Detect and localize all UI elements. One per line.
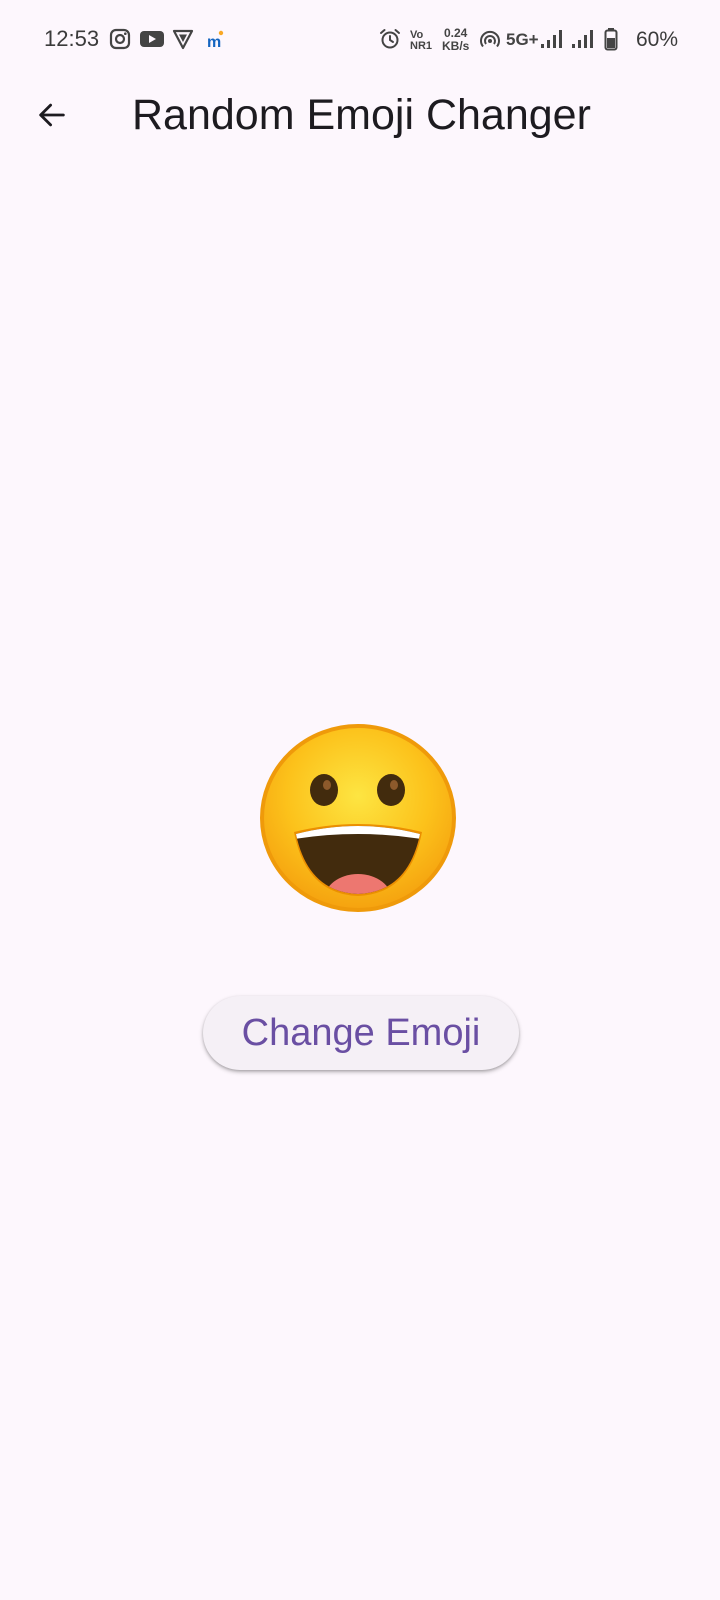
app-bar: Random Emoji Changer <box>0 84 720 194</box>
grinning-face-emoji <box>258 722 458 914</box>
status-time: 12:53 <box>44 26 100 51</box>
app-notification-icon: m <box>204 27 228 51</box>
status-bar: 12:53 m Vo NR1 0.24 KB/s 5G+ 60% <box>0 0 720 84</box>
network-speed-unit: KB/s <box>442 39 470 53</box>
change-emoji-label: Change Emoji <box>241 1011 481 1054</box>
alarm-icon <box>378 27 402 51</box>
svg-text:m: m <box>207 34 221 51</box>
hotspot-icon <box>478 27 502 51</box>
back-button[interactable] <box>24 87 80 143</box>
youtube-icon <box>139 27 165 51</box>
battery-icon <box>604 27 618 51</box>
volte-indicator: Vo NR1 <box>410 30 432 52</box>
signal-icon <box>539 27 563 51</box>
vpn-shield-icon <box>171 27 195 51</box>
change-emoji-button[interactable]: Change Emoji <box>203 996 519 1070</box>
network-speed: 0.24 KB/s <box>442 27 469 53</box>
page-title: Random Emoji Changer <box>132 91 591 139</box>
arrow-back-icon <box>39 103 65 127</box>
volte-bottom: NR1 <box>410 40 433 52</box>
instagram-icon <box>108 27 132 51</box>
signal-icon <box>570 27 594 51</box>
battery-percentage: 60% <box>636 28 679 51</box>
network-type: 5G+ <box>506 30 539 49</box>
